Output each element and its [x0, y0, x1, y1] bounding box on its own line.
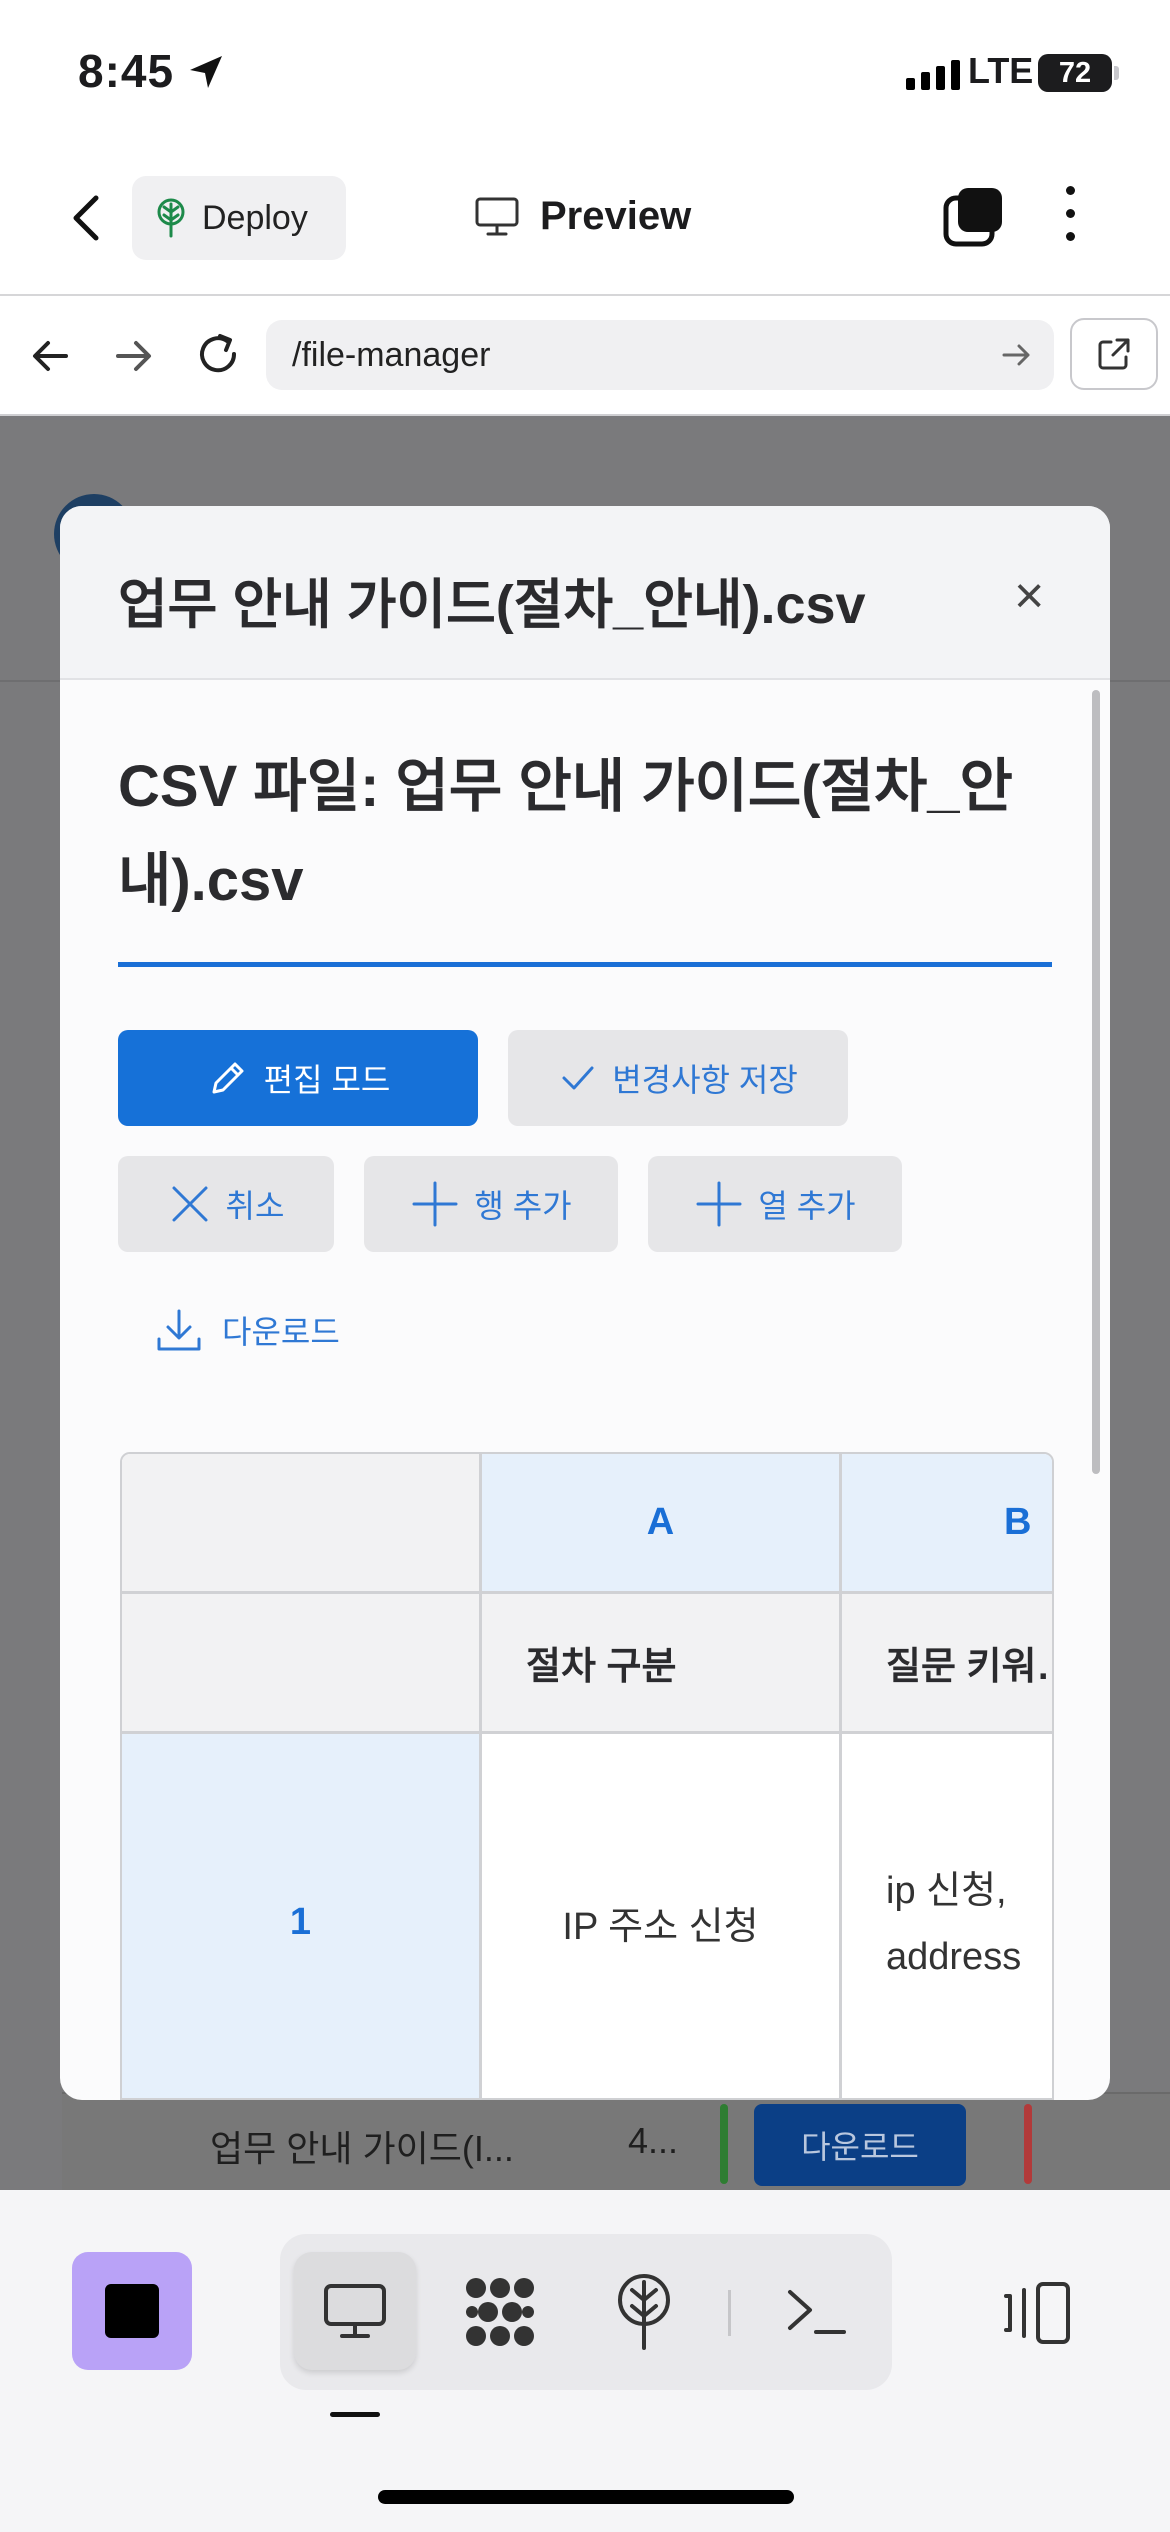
column-letter-b[interactable]: B: [842, 1454, 1052, 1594]
deploy-tree-icon[interactable]: [612, 2272, 676, 2352]
workspace-grid-icon[interactable]: [462, 2274, 538, 2350]
more-menu-icon[interactable]: [1066, 186, 1075, 241]
browser-forward-icon[interactable]: [112, 334, 156, 378]
back-chevron-icon[interactable]: [62, 190, 110, 246]
save-changes-label: 변경사항 저장: [612, 1062, 798, 1098]
header-cell-a[interactable]: 절차 구분: [482, 1594, 842, 1734]
edit-mode-label: 편집 모드: [263, 1062, 391, 1098]
open-external-button[interactable]: [1070, 318, 1158, 390]
tabs-icon[interactable]: [942, 186, 1004, 248]
cancel-button[interactable]: 취소: [118, 1156, 334, 1252]
close-icon: [172, 1186, 208, 1222]
battery-cap: [1114, 66, 1119, 80]
check-icon: [562, 1066, 594, 1090]
status-time: 8:45: [78, 45, 175, 97]
url-go-arrow-icon[interactable]: [1000, 338, 1034, 372]
download-icon: [157, 1309, 201, 1351]
deploy-label: Deploy: [202, 198, 308, 237]
table-corner-cell: [122, 1454, 482, 1594]
add-column-label: 열 추가: [758, 1188, 856, 1224]
monitor-icon: [324, 2284, 386, 2338]
network-type: LTE: [968, 50, 1034, 91]
split-view-icon[interactable]: [1000, 2278, 1074, 2348]
modal-title: 업무 안내 가이드(절차_안내).csv: [118, 575, 866, 635]
stop-button[interactable]: [72, 2252, 192, 2370]
modal-scrollbar[interactable]: [1092, 690, 1100, 1474]
csv-modal: 업무 안내 가이드(절차_안내).csv × CSV 파일: 업무 안내 가이드…: [60, 506, 1110, 2100]
preview-label: Preview: [540, 194, 692, 238]
header-cell-b[interactable]: 질문 키워…: [842, 1594, 1052, 1734]
browser-back-icon[interactable]: [28, 334, 72, 378]
deploy-button[interactable]: Deploy: [132, 176, 346, 260]
save-changes-button[interactable]: 변경사항 저장: [508, 1030, 848, 1126]
add-column-button[interactable]: 열 추가: [648, 1156, 902, 1252]
url-input[interactable]: /file-manager: [266, 320, 1054, 390]
background-red-marker: [1024, 2104, 1032, 2184]
reload-icon[interactable]: [194, 330, 242, 378]
cancel-label: 취소: [225, 1188, 285, 1224]
csv-heading: CSV 파일: 업무 안내 가이드(절차_안내).csv: [118, 754, 1013, 913]
background-green-marker: [720, 2104, 728, 2184]
table-cell-1-a[interactable]: IP 주소 신청: [482, 1734, 842, 2098]
url-text: /file-manager: [292, 335, 491, 374]
row-number-1[interactable]: 1: [122, 1734, 482, 2098]
download-button[interactable]: 다운로드: [154, 1282, 340, 1378]
background-download-button: 다운로드: [754, 2104, 966, 2186]
active-view-indicator: [330, 2412, 380, 2417]
modal-close-button[interactable]: ×: [1014, 570, 1044, 622]
preview-title: Preview: [474, 194, 691, 239]
csv-table: A B 절차 구분 질문 키워… 1 IP 주소 신청 ip 신청, addre…: [120, 1452, 1054, 2100]
switcher-separator: [728, 2290, 731, 2336]
add-row-button[interactable]: 행 추가: [364, 1156, 618, 1252]
signal-bars-icon: [906, 60, 960, 90]
battery-level: 72: [1038, 54, 1112, 92]
stop-square-icon: [105, 2284, 159, 2338]
header-row-number-cell: [122, 1594, 482, 1734]
pencil-icon: [212, 1062, 244, 1094]
monitor-icon: [475, 197, 519, 235]
download-label: 다운로드: [222, 1314, 340, 1350]
background-file-size: 4...: [628, 2120, 679, 2161]
home-indicator: [378, 2490, 794, 2504]
edit-mode-button[interactable]: 편집 모드: [118, 1030, 478, 1126]
plus-icon: [412, 1181, 458, 1227]
add-row-label: 행 추가: [474, 1188, 572, 1224]
table-cell-1-b[interactable]: ip 신청, address: [842, 1734, 1052, 2098]
heading-underline: [118, 962, 1052, 967]
background-file-name: 업무 안내 가이드(I...: [210, 2128, 514, 2169]
external-link-icon: [1098, 338, 1130, 370]
column-letter-a[interactable]: A: [482, 1454, 842, 1594]
location-arrow-icon: [190, 56, 222, 88]
deploy-tree-icon: [157, 198, 185, 238]
plus-icon: [696, 1181, 742, 1227]
terminal-icon[interactable]: [784, 2286, 848, 2338]
